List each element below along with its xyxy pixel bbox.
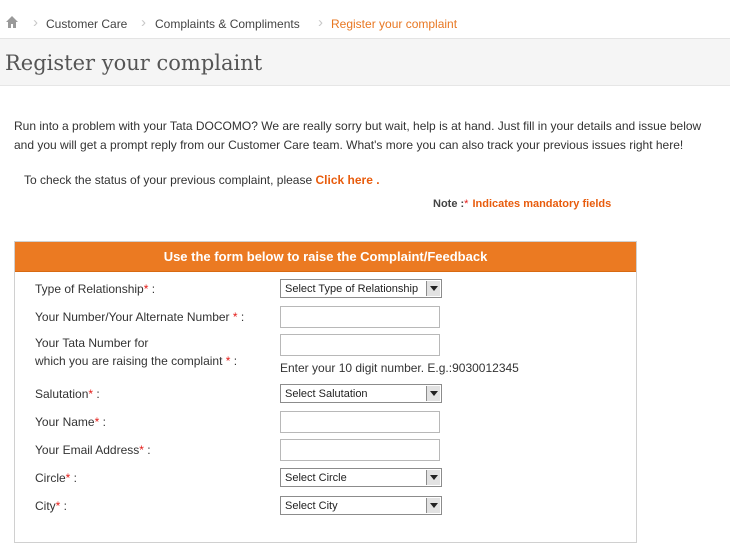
click-here-link[interactable]: Click here: [316, 173, 373, 187]
number-input[interactable]: [280, 306, 440, 328]
complaint-form: Use the form below to raise the Complain…: [14, 241, 637, 543]
title-bar: Register your complaint: [0, 39, 730, 86]
tata-number-label-line2: which you are raising the complaint * :: [35, 354, 238, 368]
page-title: Register your complaint: [5, 51, 263, 75]
city-label: City* :: [35, 499, 68, 513]
email-input[interactable]: [280, 439, 440, 461]
email-label: Your Email Address* :: [35, 443, 151, 457]
tata-number-input[interactable]: [280, 334, 440, 356]
mandatory-note: Note :* Indicates mandatory fields: [433, 198, 611, 210]
salutation-select-value: Select Salutation: [285, 388, 368, 400]
chevron-right-icon: ›: [141, 14, 146, 31]
status-period: .: [376, 173, 380, 187]
tata-number-hint: Enter your 10 digit number. E.g.:9030012…: [280, 361, 519, 375]
breadcrumb: › Customer Care › Complaints & Complimen…: [0, 0, 730, 39]
breadcrumb-item-current: Register your complaint: [331, 17, 458, 31]
salutation-select[interactable]: Select Salutation: [280, 384, 442, 403]
home-icon[interactable]: [5, 15, 19, 29]
name-label: Your Name* :: [35, 415, 106, 429]
note-text: Indicates mandatory fields: [472, 198, 612, 210]
tata-number-label-line1: Your Tata Number for: [35, 336, 149, 350]
circle-label: Circle* :: [35, 471, 78, 485]
dropdown-arrow-icon[interactable]: [426, 386, 440, 401]
circle-select-value: Select Circle: [285, 472, 347, 484]
city-select[interactable]: Select City: [280, 496, 442, 515]
breadcrumb-item-complaints[interactable]: Complaints & Compliments: [155, 17, 300, 31]
relationship-label: Type of Relationship* :: [35, 282, 156, 296]
city-select-value: Select City: [285, 500, 338, 512]
form-header: Use the form below to raise the Complain…: [15, 242, 636, 272]
breadcrumb-item-customer-care[interactable]: Customer Care: [46, 17, 127, 31]
dropdown-arrow-icon[interactable]: [426, 281, 440, 296]
chevron-right-icon: ›: [33, 14, 38, 31]
relationship-select[interactable]: Select Type of Relationship: [280, 279, 442, 298]
circle-select[interactable]: Select Circle: [280, 468, 442, 487]
status-text: To check the status of your previous com…: [24, 173, 313, 187]
dropdown-arrow-icon[interactable]: [426, 498, 440, 513]
salutation-label: Salutation* :: [35, 387, 100, 401]
dropdown-arrow-icon[interactable]: [426, 470, 440, 485]
intro-text: Run into a problem with your Tata DOCOMO…: [14, 119, 702, 152]
name-input[interactable]: [280, 411, 440, 433]
required-star: *: [464, 198, 469, 210]
note-label: Note :: [433, 198, 465, 210]
chevron-right-icon: ›: [318, 14, 323, 31]
relationship-select-value: Select Type of Relationship: [285, 283, 419, 295]
number-label: Your Number/Your Alternate Number * :: [35, 310, 245, 324]
status-line: To check the status of your previous com…: [24, 173, 380, 187]
